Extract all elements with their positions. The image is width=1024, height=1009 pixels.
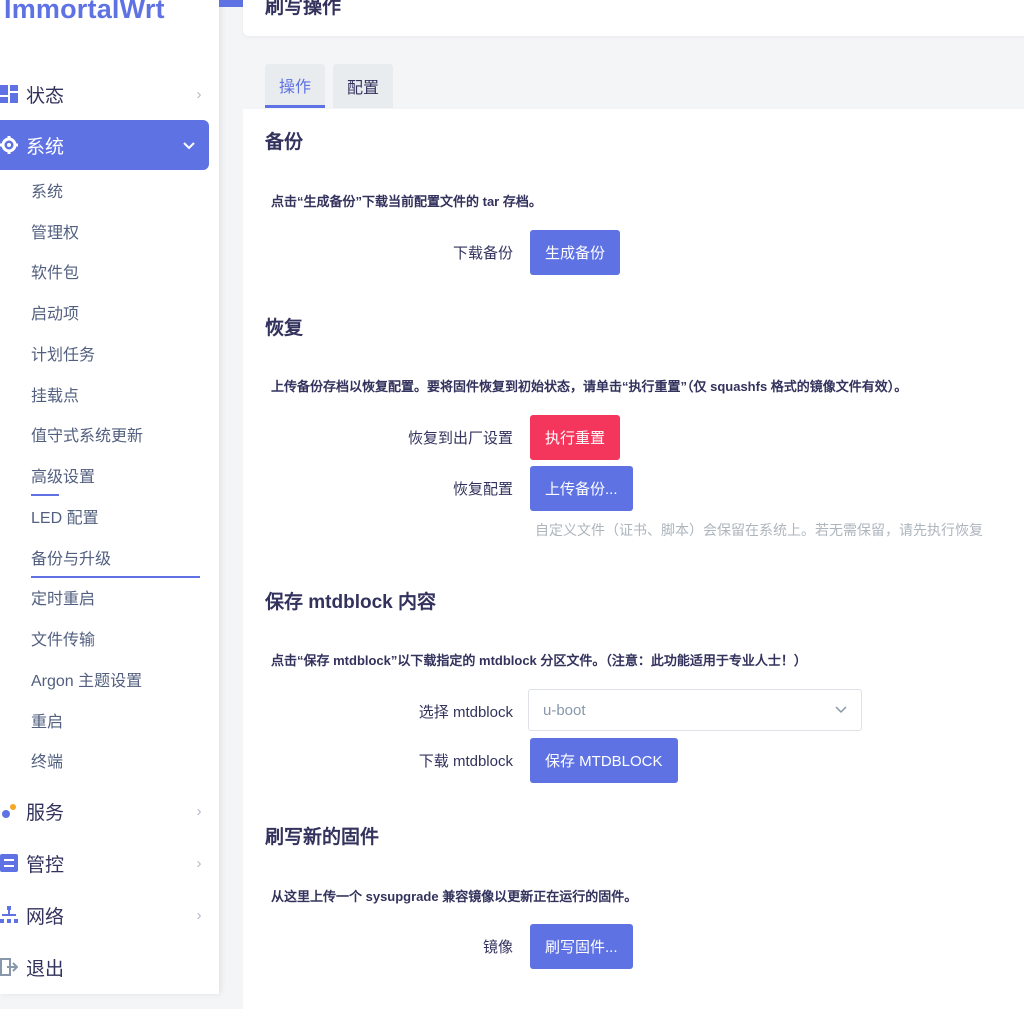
sidebar-item-status[interactable]: 状态 › (0, 69, 219, 119)
mtdblock-select[interactable]: u-boot (528, 689, 862, 731)
flash-title: 刷写新的固件 (265, 827, 380, 848)
chevron-right-icon: › (196, 85, 202, 103)
restore-description: 上传备份存档以恢复配置。要将固件恢复到初始状态，请单击“执行重置”（仅 squa… (271, 379, 908, 394)
sidebar-subitem-argon-config[interactable]: Argon 主题设置 (31, 671, 142, 693)
restore-hint: 自定义文件（证书、脚本）会保留在系统上。若无需保留，请先执行恢复 (535, 522, 983, 538)
chevron-right-icon: › (196, 854, 202, 872)
mtdblock-select-label: 选择 mtdblock (418, 704, 513, 721)
chevron-right-icon: › (196, 802, 202, 820)
sidebar-subitem-led[interactable]: LED 配置 (31, 508, 99, 530)
sidebar-subitem-mounts[interactable]: 挂载点 (31, 386, 79, 408)
sidebar-subitem-reboot[interactable]: 重启 (31, 712, 63, 734)
sidebar-subitem-attended-sysupgrade[interactable]: 值守式系统更新 (31, 426, 143, 448)
upload-backup-button[interactable]: 上传备份... (530, 466, 633, 511)
mtdblock-download-label: 下载 mtdblock (418, 753, 513, 770)
restore-config-label: 恢复配置 (452, 481, 513, 498)
mtdblock-title: 保存 mtdblock 内容 (265, 592, 437, 613)
mtdblock-selected-value: u-boot (543, 701, 586, 719)
main-panel (243, 109, 1024, 1009)
flash-description: 从这里上传一个 sysupgrade 兼容镜像以更新正在运行的固件。 (271, 889, 638, 904)
sidebar-item-label: 网络 (26, 906, 65, 928)
sidebar-item-label: 系统 (26, 136, 65, 158)
sidebar-subitem-backup-upgrade[interactable]: 备份与升级 (31, 549, 111, 571)
sidebar-subitem-file-transfer[interactable]: 文件传输 (31, 630, 95, 652)
page-title: 刷写操作 (265, 0, 342, 18)
tab-actions[interactable]: 操作 (265, 64, 326, 108)
backup-description: 点击“生成备份”下载当前配置文件的 tar 存档。 (271, 194, 542, 209)
chevron-down-icon (169, 137, 209, 154)
sidebar-subitem-terminal[interactable]: 终端 (31, 752, 63, 774)
sidebar: ImmortalWrt 状态 › 系统 系统 管理权 软件包 启动项 计划任务 … (0, 0, 219, 994)
sidebar-item-services[interactable]: 服务 › (0, 786, 219, 836)
sidebar-item-label: 退出 (26, 958, 65, 980)
sidebar-subitem-advanced[interactable]: 高级设置 (31, 467, 95, 489)
flash-firmware-button[interactable]: 刷写固件... (530, 924, 633, 969)
sidebar-item-label: 状态 (26, 85, 65, 107)
sidebar-item-label: 服务 (26, 802, 65, 824)
sidebar-subitem-software[interactable]: 软件包 (31, 263, 79, 285)
factory-reset-label: 恢复到出厂设置 (407, 430, 513, 447)
sidebar-subitem-startup[interactable]: 启动项 (31, 304, 79, 326)
sidebar-item-network[interactable]: 网络 › (0, 890, 219, 940)
flash-image-label: 镜像 (482, 939, 513, 956)
sidebar-subitem-system[interactable]: 系统 (31, 182, 63, 204)
sidebar-subitem-timed-reboot[interactable]: 定时重启 (31, 589, 95, 611)
sidebar-item-control[interactable]: 管控 › (0, 838, 219, 888)
backup-title: 备份 (265, 132, 304, 153)
save-mtdblock-button[interactable]: 保存 MTDBLOCK (530, 738, 678, 783)
sliders-icon (0, 854, 22, 872)
logout-icon (0, 958, 22, 976)
mtdblock-description: 点击“保存 mtdblock”以下载指定的 mtdblock 分区文件。（注意：… (271, 653, 807, 668)
sidebar-item-logout[interactable]: 退出 (0, 942, 219, 992)
tab-bar: 操作 配置 (265, 64, 401, 108)
generate-backup-button[interactable]: 生成备份 (530, 230, 621, 275)
perform-reset-button[interactable]: 执行重置 (530, 415, 621, 460)
header-accent (219, 0, 243, 7)
services-icon (0, 802, 22, 820)
sidebar-item-label: 管控 (26, 854, 65, 876)
network-icon (0, 906, 22, 924)
sidebar-subitem-admin[interactable]: 管理权 (31, 223, 79, 245)
dashboard-icon (0, 85, 22, 103)
app-logo: ImmortalWrt (4, 0, 165, 24)
backup-download-label: 下载备份 (452, 245, 513, 262)
sidebar-item-system[interactable]: 系统 (0, 120, 209, 170)
gear-icon (0, 136, 22, 154)
sidebar-subitem-crontab[interactable]: 计划任务 (31, 345, 95, 367)
hover-underline (31, 494, 59, 496)
tab-configuration[interactable]: 配置 (333, 64, 394, 108)
active-underline (31, 576, 200, 578)
chevron-right-icon: › (196, 906, 202, 924)
restore-title: 恢复 (265, 318, 304, 339)
chevron-down-icon (835, 703, 847, 717)
page-header: 刷写操作 (243, 0, 1024, 36)
